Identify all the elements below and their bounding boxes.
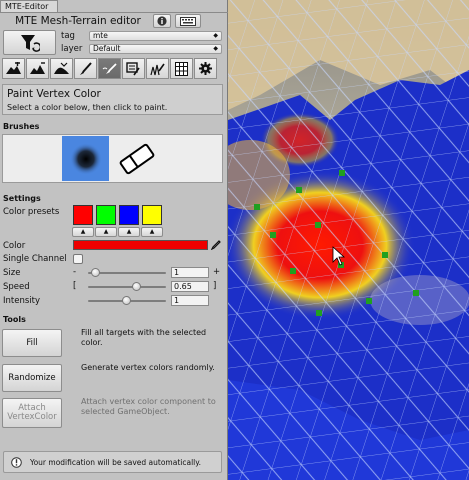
tool-smooth-terrain[interactable] xyxy=(50,58,73,79)
keyboard-button[interactable] xyxy=(175,14,201,28)
brush-eraser[interactable] xyxy=(113,136,160,181)
preset-swatch-green[interactable] xyxy=(96,205,116,225)
size-decrease-hint: - xyxy=(73,267,77,277)
fill-button[interactable]: Fill xyxy=(2,329,62,357)
chevron-icon: ◆ xyxy=(213,45,218,52)
tool-texture-paint[interactable] xyxy=(122,58,145,79)
attach-button-label-line2: VertexColor xyxy=(7,412,57,422)
texture-paint-icon xyxy=(126,61,140,75)
window-tab[interactable]: MTE-Editor xyxy=(0,0,58,12)
tool-raise-terrain[interactable] xyxy=(2,58,25,79)
randomize-description: Generate vertex colors randomly. xyxy=(81,363,215,372)
mte-editor-panel: MTE-Editor MTE Mesh-Terrain editor tag m… xyxy=(0,0,228,480)
info-button[interactable] xyxy=(153,14,171,28)
color-presets-label: Color presets xyxy=(3,207,60,217)
brushes-section-label: Brushes xyxy=(3,122,40,131)
tag-dropdown[interactable]: mte ◆ xyxy=(89,31,222,41)
title-bar: MTE Mesh-Terrain editor xyxy=(0,13,228,30)
size-label: Size xyxy=(3,268,21,278)
info-icon xyxy=(11,457,22,468)
filter-icon xyxy=(20,34,40,52)
grass-painter-icon xyxy=(150,63,165,75)
layer-dropdown[interactable]: Default ◆ xyxy=(89,44,222,54)
speed-value-field[interactable]: 0.65 xyxy=(171,281,209,292)
smooth-terrain-icon xyxy=(54,62,69,74)
intensity-label: Intensity xyxy=(3,296,40,306)
speed-slider-knob[interactable] xyxy=(132,282,141,291)
info-title: Paint Vertex Color xyxy=(7,88,101,100)
soft-brush-icon xyxy=(69,142,102,175)
single-channel-label: Single Channel xyxy=(3,254,67,264)
settings-section-label: Settings xyxy=(3,194,41,203)
preset-apply-button-red[interactable]: ▲ xyxy=(72,227,94,237)
keyboard-icon xyxy=(180,17,196,26)
window-title: MTE Mesh-Terrain editor xyxy=(15,15,141,27)
randomize-button-label: Randomize xyxy=(8,373,56,383)
tool-paint-brush[interactable] xyxy=(74,58,97,79)
attach-vertexcolor-button[interactable]: Attach VertexColor xyxy=(2,398,62,428)
paint-vertex-color-icon xyxy=(102,62,117,74)
tool-settings[interactable] xyxy=(194,58,217,79)
tool-paint-vertex-color[interactable] xyxy=(98,58,121,79)
tools-section-label: Tools xyxy=(3,315,26,324)
tool-grid[interactable] xyxy=(170,58,193,79)
gear-icon xyxy=(199,62,212,75)
layer-value: Default xyxy=(93,44,121,53)
preset-apply-button-blue[interactable]: ▲ xyxy=(118,227,140,237)
save-notice: Your modification will be saved automati… xyxy=(3,451,222,473)
preset-swatch-yellow[interactable] xyxy=(142,205,162,225)
save-notice-text: Your modification will be saved automati… xyxy=(30,458,202,467)
tool-grass-painter[interactable] xyxy=(146,58,169,79)
layer-label: layer xyxy=(61,44,83,54)
preset-apply-button-yellow[interactable]: ▲ xyxy=(141,227,163,237)
speed-label: Speed xyxy=(3,282,30,292)
size-slider-knob[interactable] xyxy=(91,268,100,277)
chevron-icon: ◆ xyxy=(213,32,218,39)
size-value-field[interactable]: 1 xyxy=(171,267,209,278)
brush-soft[interactable] xyxy=(62,136,109,181)
tag-value: mte xyxy=(93,31,108,40)
paint-brush-icon xyxy=(80,61,92,75)
color-field[interactable] xyxy=(73,240,208,250)
grid-icon xyxy=(175,61,188,76)
speed-left-bracket: [ xyxy=(73,281,77,291)
sculpt-terrain-icon xyxy=(30,62,45,74)
tag-label: tag xyxy=(61,31,75,41)
preset-apply-button-green[interactable]: ▲ xyxy=(95,227,117,237)
eyedropper-icon[interactable] xyxy=(211,240,221,250)
info-subtitle: Select a color below, then click to pain… xyxy=(7,103,168,112)
speed-slider-track[interactable] xyxy=(88,286,166,288)
intensity-slider-knob[interactable] xyxy=(122,296,131,305)
attach-description: Attach vertex color component to selecte… xyxy=(81,397,216,416)
info-icon xyxy=(157,16,167,26)
fill-button-label: Fill xyxy=(26,338,38,348)
speed-right-bracket: ] xyxy=(213,281,217,291)
filter-button[interactable] xyxy=(3,30,56,55)
eraser-icon xyxy=(119,143,154,174)
tool-sculpt-terrain[interactable] xyxy=(26,58,49,79)
preset-swatch-red[interactable] xyxy=(73,205,93,225)
color-label: Color xyxy=(3,241,26,251)
size-increase-hint: + xyxy=(213,267,221,277)
randomize-button[interactable]: Randomize xyxy=(2,364,62,392)
intensity-value-field[interactable]: 1 xyxy=(171,295,209,306)
single-channel-checkbox[interactable] xyxy=(73,254,83,264)
preset-swatch-blue[interactable] xyxy=(119,205,139,225)
fill-description: Fill all targets with the selected color… xyxy=(81,328,207,347)
info-box: Paint Vertex Color Select a color below,… xyxy=(2,84,223,115)
raise-terrain-icon xyxy=(6,62,21,74)
